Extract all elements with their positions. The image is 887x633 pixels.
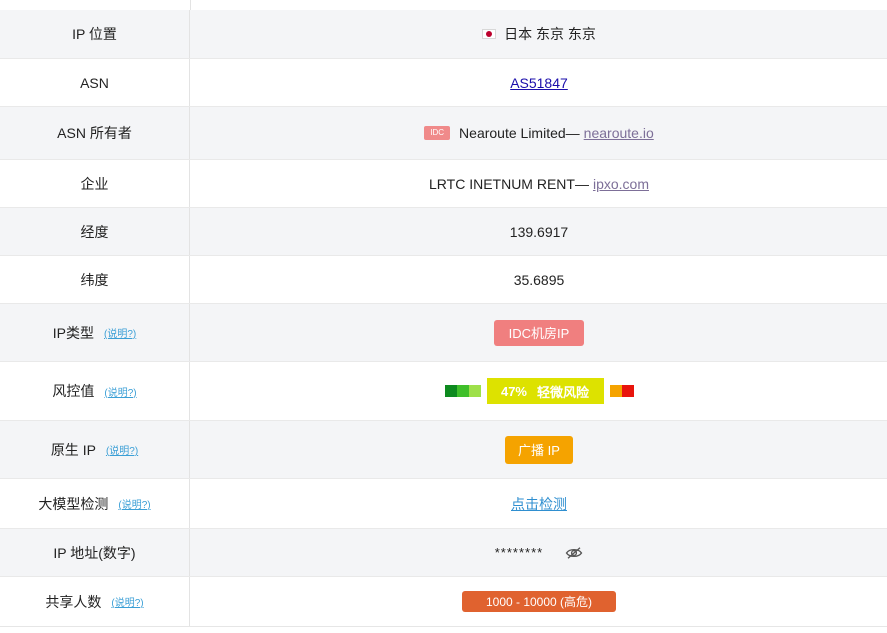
row-latitude: 纬度 35.6895 — [0, 256, 887, 304]
risk-help-link[interactable]: (说明?) — [104, 384, 136, 399]
idc-badge: IDC — [424, 126, 451, 140]
native-ip-value-cell: 广播 IP — [191, 421, 887, 478]
ip-numeric-value-cell: ******** — [191, 529, 887, 576]
risk-score-box: 47% 轻微风险 — [486, 378, 604, 404]
llm-detect-label: 大模型检测 — [38, 495, 109, 512]
shared-users-help-link[interactable]: (说明?) — [111, 594, 143, 609]
asn-value-cell: AS51847 — [191, 59, 887, 106]
row-ip-type: IP类型 (说明?) IDC机房IP — [0, 304, 887, 362]
risk-level-text: 轻微风险 — [537, 384, 590, 400]
native-ip-badge: 广播 IP — [505, 435, 573, 464]
eye-off-icon[interactable] — [565, 546, 583, 560]
asn-label: ASN — [0, 59, 190, 106]
row-asn: ASN AS51847 — [0, 59, 887, 107]
row-shared-users: 共享人数 (说明?) 1000 - 10000 (高危) — [0, 577, 887, 627]
ip-type-label-cell: IP类型 (说明?) — [0, 304, 190, 361]
enterprise-domain-link[interactable]: ipxo.com — [593, 176, 649, 192]
row-asn-owner: ASN 所有者 IDC Nearoute Limited— nearoute.i… — [0, 107, 887, 160]
ip-location-value-cell: 日本 东京 东京 — [191, 10, 887, 58]
ip-type-label: IP类型 — [52, 324, 94, 341]
japan-flag-icon — [482, 29, 497, 39]
ip-location-value: 日本 东京 东京 — [504, 26, 596, 42]
risk-scale-segment-low-3 — [468, 385, 481, 397]
asn-owner-label: ASN 所有者 — [0, 107, 190, 159]
asn-owner-domain-link[interactable]: nearoute.io — [584, 125, 654, 141]
enterprise-label: 企业 — [0, 160, 190, 207]
click-detect-link[interactable]: 点击检测 — [511, 494, 567, 514]
native-ip-help-link[interactable]: (说明?) — [106, 442, 138, 457]
native-ip-label-cell: 原生 IP (说明?) — [0, 421, 190, 478]
risk-scale-segment-high-2 — [621, 385, 634, 397]
native-ip-label: 原生 IP — [50, 441, 96, 458]
shared-users-label-cell: 共享人数 (说明?) — [0, 577, 190, 626]
asn-owner-name: Nearoute Limited— — [459, 125, 580, 141]
llm-detect-value-cell: 点击检测 — [191, 479, 887, 528]
ip-location-label: IP 位置 — [0, 10, 190, 58]
row-ip-location: IP 位置 日本 东京 东京 — [0, 10, 887, 59]
asn-link[interactable]: AS51847 — [510, 75, 568, 91]
enterprise-name: LRTC INETNUM RENT— — [429, 175, 589, 192]
ip-numeric-masked-value: ******** — [494, 545, 544, 560]
row-native-ip: 原生 IP (说明?) 广播 IP — [0, 421, 887, 479]
shared-users-value-cell: 1000 - 10000 (高危) — [191, 577, 887, 626]
row-ip-numeric: IP 地址(数字) ******** — [0, 529, 887, 577]
risk-scale-segment-low-2 — [456, 385, 469, 397]
risk-scale-segment-low-1 — [444, 385, 457, 397]
enterprise-value-cell: LRTC INETNUM RENT— ipxo.com — [191, 160, 887, 207]
llm-detect-help-link[interactable]: (说明?) — [118, 496, 150, 511]
asn-owner-value-cell: IDC Nearoute Limited— nearoute.io — [191, 107, 887, 159]
row-longitude: 经度 139.6917 — [0, 208, 887, 256]
risk-meter: 47% 轻微风险 — [444, 378, 634, 404]
risk-label: 风控值 — [52, 383, 95, 399]
latitude-label: 纬度 — [0, 256, 190, 303]
latitude-value: 35.6895 — [513, 271, 565, 288]
shared-users-badge: 1000 - 10000 (高危) — [462, 591, 616, 612]
risk-scale-segment-high-1 — [609, 385, 622, 397]
longitude-label: 经度 — [0, 208, 190, 255]
row-llm-detection: 大模型检测 (说明?) 点击检测 — [0, 479, 887, 529]
ip-type-help-link[interactable]: (说明?) — [104, 325, 136, 340]
ip-type-value-cell: IDC机房IP — [191, 304, 887, 361]
longitude-value: 139.6917 — [509, 223, 569, 240]
ip-info-table: IP 位置 日本 东京 东京 ASN AS51847 ASN 所有者 IDC N… — [0, 0, 887, 633]
llm-detect-label-cell: 大模型检测 (说明?) — [0, 479, 190, 528]
risk-value-cell: 47% 轻微风险 — [191, 362, 887, 420]
row-enterprise: 企业 LRTC INETNUM RENT— ipxo.com — [0, 160, 887, 208]
shared-users-label: 共享人数 — [45, 593, 102, 610]
risk-label-cell: 风控值 (说明?) — [0, 362, 190, 420]
risk-percent: 47% — [500, 383, 527, 399]
ip-type-badge: IDC机房IP — [494, 319, 584, 346]
row-risk-score: 风控值 (说明?) 47% 轻微风险 — [0, 362, 887, 421]
ip-numeric-label: IP 地址(数字) — [0, 529, 190, 576]
